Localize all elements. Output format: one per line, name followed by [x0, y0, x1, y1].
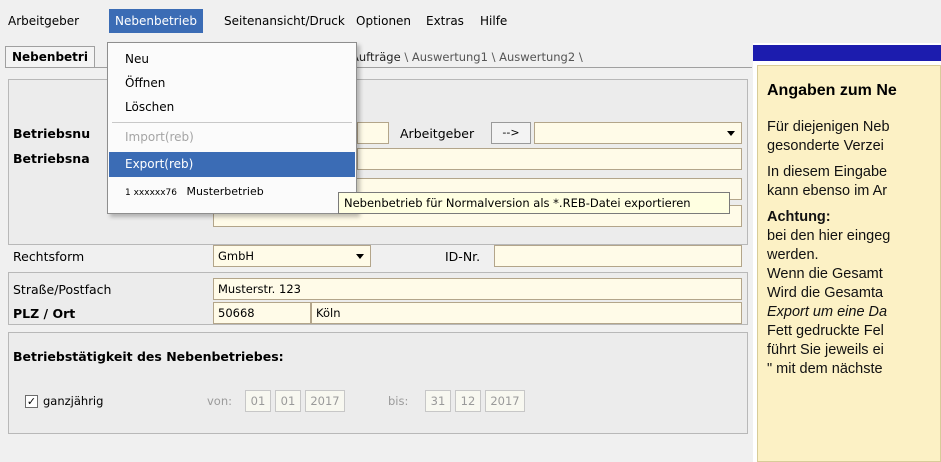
- strasse-label: Straße/Postfach: [13, 282, 112, 297]
- chevron-down-icon: [727, 131, 735, 136]
- bis-day-field[interactable]: 31: [425, 390, 451, 412]
- help-text-line: Export um eine Da: [767, 304, 888, 320]
- taetigkeit-group: [8, 332, 748, 434]
- menu-nebenbetrieb[interactable]: Nebenbetrieb: [109, 9, 203, 33]
- help-text-line: Fett gedruckte Fel: [767, 323, 884, 339]
- export-tooltip: Nebenbetrieb für Normalversion als *.REB…: [338, 192, 730, 214]
- help-text-line: bei den hier eingeg: [767, 228, 891, 244]
- tab-nebenbetrieb[interactable]: Nebenbetri: [5, 46, 95, 68]
- von-month-field[interactable]: 01: [275, 390, 301, 412]
- tab-separator: \: [578, 50, 583, 64]
- help-content: Angaben zum Ne Für diejenigen Neb gesond…: [757, 65, 941, 462]
- arbeitgeber-label: Arbeitgeber: [400, 126, 475, 141]
- taetigkeit-heading: Betriebstätigkeit des Nebenbetriebes:: [13, 349, 284, 364]
- menubar: Arbeitgeber Nebenbetrieb Seitenansicht/D…: [0, 0, 941, 42]
- menu-separator: [112, 122, 352, 123]
- help-text-line: gesonderte Verzei: [767, 138, 884, 154]
- menu-item-neu[interactable]: Neu: [109, 48, 355, 70]
- idnr-label: ID-Nr.: [445, 249, 481, 264]
- bis-label: bis:: [388, 394, 409, 408]
- tab-separator: \: [404, 50, 409, 64]
- plz-field[interactable]: 50668: [213, 302, 311, 324]
- ganzjaehrig-checkbox[interactable]: ✓: [25, 395, 38, 408]
- chevron-down-icon: [356, 254, 364, 259]
- help-achtung-heading: Achtung:: [767, 209, 831, 225]
- rechtsform-combobox[interactable]: GmbH: [213, 245, 371, 267]
- menu-item-recent-betrieb[interactable]: 1 xxxxxx76 Musterbetrieb: [109, 181, 355, 203]
- menu-extras[interactable]: Extras: [420, 9, 470, 33]
- help-text-line: Wird die Gesamta: [767, 285, 884, 301]
- ganzjaehrig-label: ganzjährig: [43, 394, 104, 408]
- menu-item-oeffnen[interactable]: Öffnen: [109, 72, 355, 94]
- von-year-field[interactable]: 2017: [305, 390, 345, 412]
- help-panel: Angaben zum Ne Für diejenigen Neb gesond…: [753, 43, 941, 462]
- menu-seitenansicht-druck[interactable]: Seitenansicht/Druck: [218, 9, 351, 33]
- menu-hilfe[interactable]: Hilfe: [474, 9, 513, 33]
- plz-ort-label: PLZ / Ort: [13, 306, 76, 321]
- menu-item-export[interactable]: Export(reb): [109, 152, 355, 177]
- tab-strip-rest: Aufträge \ Auswertung1 \ Auswertung2 \: [351, 50, 583, 64]
- betriebsnummer-label: Betriebsnu: [13, 126, 91, 141]
- betriebsname-label: Betriebsna: [13, 151, 90, 166]
- bis-year-field[interactable]: 2017: [485, 390, 525, 412]
- betriebsname-field-1[interactable]: [357, 148, 742, 170]
- menu-arbeitgeber[interactable]: Arbeitgeber: [2, 9, 85, 33]
- help-text-line: führt Sie jeweils ei: [767, 342, 884, 358]
- betriebsnummer-field[interactable]: [357, 122, 389, 144]
- tab-separator: \: [491, 50, 496, 64]
- help-title: Angaben zum Ne: [767, 82, 897, 99]
- help-text-line: In diesem Eingabe: [767, 164, 888, 180]
- arbeitgeber-arrow-button[interactable]: -->: [491, 122, 531, 144]
- recent-betriebsnummer: 1 xxxxxx76: [125, 188, 177, 198]
- help-text-line: Wenn die Gesamt: [767, 266, 883, 282]
- help-text-line: Für diejenigen Neb: [767, 119, 890, 135]
- help-text-line: " mit dem nächste: [767, 361, 883, 377]
- menu-item-loeschen[interactable]: Löschen: [109, 96, 355, 118]
- help-text-line: kann ebenso im Ar: [767, 183, 888, 199]
- tab-auftraege[interactable]: Aufträge: [351, 50, 401, 64]
- idnr-field[interactable]: [494, 245, 742, 267]
- menu-item-import[interactable]: Import(reb): [109, 126, 355, 148]
- menu-optionen[interactable]: Optionen: [350, 9, 417, 33]
- rechtsform-value: GmbH: [218, 249, 255, 263]
- tab-auswertung1[interactable]: Auswertung1: [412, 50, 488, 64]
- von-day-field[interactable]: 01: [245, 390, 271, 412]
- ort-field[interactable]: Köln: [311, 302, 742, 324]
- von-label: von:: [207, 394, 233, 408]
- nebenbetrieb-dropdown-menu: Neu Öffnen Löschen Import(reb) Export(re…: [107, 42, 357, 214]
- tab-auswertung2[interactable]: Auswertung2: [499, 50, 575, 64]
- help-text-line: werden.: [767, 247, 819, 263]
- rechtsform-label: Rechtsform: [13, 249, 85, 264]
- recent-betriebsname: Musterbetrieb: [186, 185, 264, 198]
- help-title-bar: [753, 45, 941, 61]
- bis-month-field[interactable]: 12: [455, 390, 481, 412]
- strasse-field[interactable]: Musterstr. 123: [213, 278, 742, 300]
- arbeitgeber-combobox[interactable]: [534, 122, 742, 144]
